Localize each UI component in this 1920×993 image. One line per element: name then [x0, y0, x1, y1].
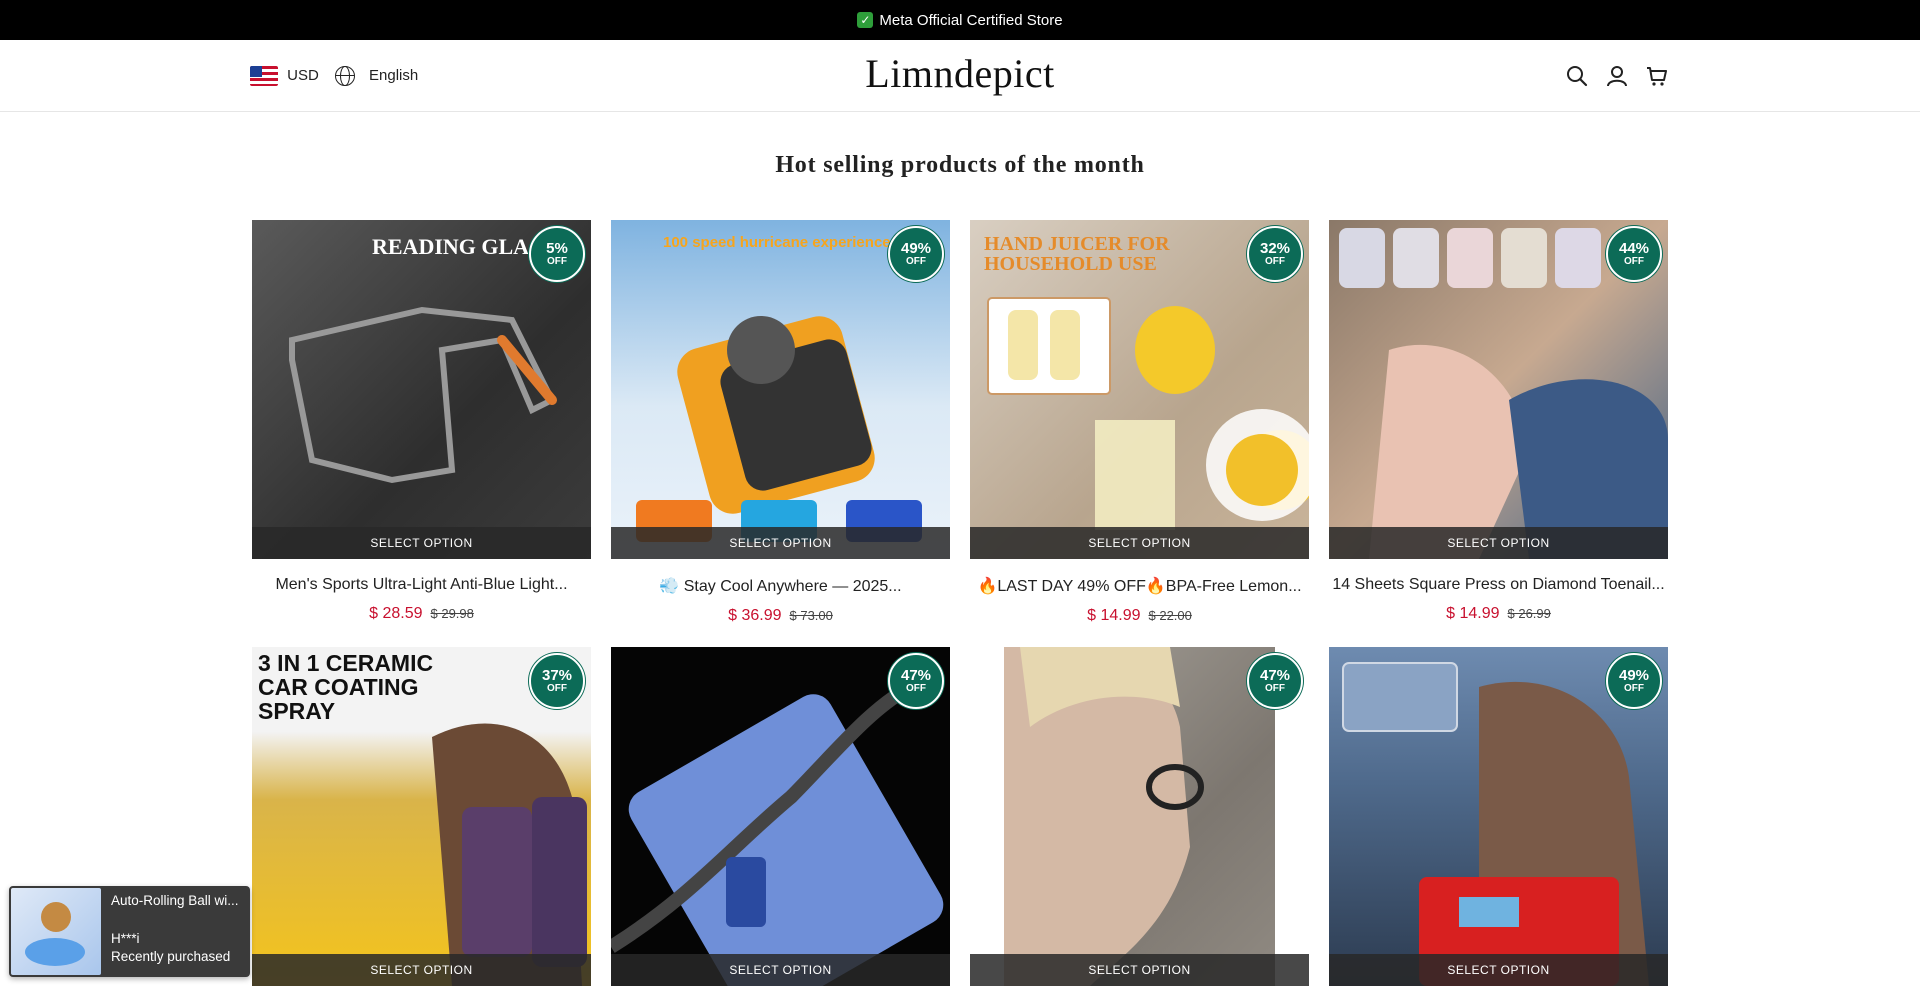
product-card[interactable]: 100 speed hurricane experience 49% OFF SE… — [611, 220, 950, 625]
product-grid: READING GLA... 5% OFF SELECT OPTION Men's… — [252, 220, 1668, 986]
product-card[interactable]: READING GLA... 5% OFF SELECT OPTION Men's… — [252, 220, 591, 625]
compare-price: $ 22.00 — [1148, 608, 1192, 623]
sale-price: $ 36.99 — [728, 607, 782, 624]
product-price: $ 28.59 $ 29.98 — [252, 605, 591, 623]
popup-product-title[interactable]: Auto-Rolling Ball wi... — [111, 892, 239, 910]
popup-info: Auto-Rolling Ball wi... H***i Recently p… — [103, 886, 247, 977]
select-option-button[interactable]: SELECT OPTION — [970, 954, 1309, 986]
select-option-button[interactable]: SELECT OPTION — [1329, 954, 1668, 986]
product-card[interactable]: 44% OFF SELECT OPTION 14 Sheets Square Pr… — [1329, 220, 1668, 625]
product-title[interactable]: 14 Sheets Square Press on Diamond Toenai… — [1329, 576, 1668, 594]
product-title[interactable]: Men's Sports Ultra-Light Anti-Blue Light… — [252, 576, 591, 594]
discount-badge: 49% OFF — [888, 226, 944, 282]
select-option-button[interactable]: SELECT OPTION — [252, 954, 591, 986]
recent-purchase-popup[interactable]: Auto-Rolling Ball wi... H***i Recently p… — [9, 886, 250, 977]
product-art-text: HAND JUICER FOR HOUSEHOLD USE — [984, 233, 1170, 275]
product-image[interactable]: 100 speed hurricane experience 49% OFF SE… — [611, 220, 950, 559]
product-title[interactable]: 💨 Stay Cool Anywhere — 2025... — [611, 576, 950, 596]
product-card[interactable]: 49% OFF SELECT OPTION — [1329, 647, 1668, 986]
section-title: Hot selling products of the month — [775, 152, 1145, 178]
compare-price: $ 29.98 — [430, 606, 474, 621]
product-image[interactable]: 49% OFF SELECT OPTION — [1329, 647, 1668, 986]
check-icon: ✓ — [857, 12, 874, 28]
popup-status: Recently purchased — [111, 949, 231, 965]
product-art-text: 3 IN 1 CERAMIC CAR COATING SPRAY — [258, 650, 434, 725]
product-image[interactable]: 47% OFF SELECT OPTION — [611, 647, 950, 986]
announcement-bar: ✓ Meta Official Certified Store — [0, 0, 1920, 40]
product-title[interactable]: 🔥LAST DAY 49% OFF🔥BPA-Free Lemon... — [970, 576, 1309, 596]
product-image[interactable]: 44% OFF SELECT OPTION — [1329, 220, 1668, 559]
discount-badge: 47% OFF — [1247, 653, 1303, 709]
select-option-button[interactable]: SELECT OPTION — [970, 527, 1309, 559]
product-card[interactable]: HAND JUICER FOR HOUSEHOLD USE 32% OFF SEL… — [970, 220, 1309, 625]
search-icon[interactable] — [1564, 63, 1590, 89]
sale-price: $ 14.99 — [1087, 607, 1141, 624]
compare-price: $ 73.00 — [789, 608, 833, 623]
product-price: $ 14.99 $ 26.99 — [1329, 605, 1668, 623]
product-card[interactable]: 47% OFF SELECT OPTION — [970, 647, 1309, 986]
account-icon[interactable] — [1604, 63, 1630, 89]
compare-price: $ 26.99 — [1507, 606, 1551, 621]
site-header: USD English Limndepict — [0, 40, 1920, 112]
select-option-button[interactable]: SELECT OPTION — [611, 527, 950, 559]
product-price: $ 36.99 $ 73.00 — [611, 607, 950, 625]
select-option-button[interactable]: SELECT OPTION — [1329, 527, 1668, 559]
select-option-button[interactable]: SELECT OPTION — [611, 954, 950, 986]
discount-badge: 49% OFF — [1606, 653, 1662, 709]
product-art-text: 100 speed hurricane experience — [663, 234, 891, 251]
sale-price: $ 14.99 — [1446, 605, 1500, 622]
product-image[interactable]: 47% OFF SELECT OPTION — [970, 647, 1309, 986]
announcement-text: Meta Official Certified Store — [879, 11, 1063, 29]
product-art-text: READING GLA... — [372, 234, 546, 259]
product-card[interactable]: 47% OFF SELECT OPTION — [611, 647, 950, 986]
product-image[interactable]: 3 IN 1 CERAMIC CAR COATING SPRAY 37% OFF … — [252, 647, 591, 986]
header-actions — [1564, 40, 1670, 112]
discount-badge: 5% OFF — [529, 226, 585, 282]
popup-buyer: H***i — [111, 931, 140, 947]
popup-product-thumbnail — [11, 888, 101, 975]
discount-badge: 47% OFF — [888, 653, 944, 709]
cart-icon[interactable] — [1644, 63, 1670, 89]
product-card[interactable]: 3 IN 1 CERAMIC CAR COATING SPRAY 37% OFF … — [252, 647, 591, 986]
product-price: $ 14.99 $ 22.00 — [970, 607, 1309, 625]
discount-badge: 37% OFF — [529, 653, 585, 709]
sale-price: $ 28.59 — [369, 605, 423, 622]
product-image[interactable]: READING GLA... 5% OFF SELECT OPTION — [252, 220, 591, 559]
discount-badge: 32% OFF — [1247, 226, 1303, 282]
discount-badge: 44% OFF — [1606, 226, 1662, 282]
select-option-button[interactable]: SELECT OPTION — [252, 527, 591, 559]
product-image[interactable]: HAND JUICER FOR HOUSEHOLD USE 32% OFF SEL… — [970, 220, 1309, 559]
